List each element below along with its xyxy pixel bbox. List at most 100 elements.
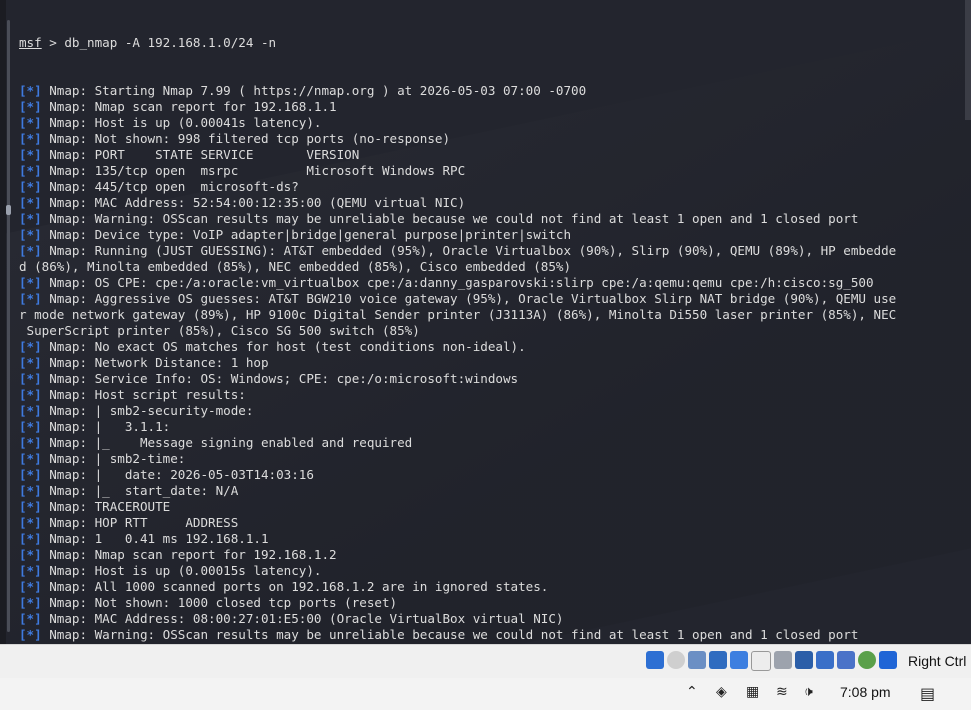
output-text: SuperScript printer (85%), Cisco SG 500 … bbox=[19, 323, 420, 338]
output-text: Nmap: No exact OS matches for host (test… bbox=[41, 339, 526, 354]
output-line: SuperScript printer (85%), Cisco SG 500 … bbox=[19, 323, 957, 339]
output-text: Nmap: Host script results: bbox=[41, 387, 246, 402]
output-line: [*] Nmap: Not shown: 1000 closed tcp por… bbox=[19, 595, 957, 611]
info-marker: [*] bbox=[19, 291, 42, 306]
info-marker: [*] bbox=[19, 627, 42, 642]
info-marker: [*] bbox=[19, 563, 42, 578]
battery-icon[interactable]: ▦ bbox=[746, 684, 759, 700]
output-line: [*] Nmap: All 1000 scanned ports on 192.… bbox=[19, 579, 957, 595]
keyboard-capture-icon[interactable] bbox=[879, 651, 897, 669]
output-text: Nmap: Starting Nmap 7.99 ( https://nmap.… bbox=[41, 83, 587, 98]
output-text: Nmap: TRACEROUTE bbox=[41, 499, 171, 514]
output-line: [*] Nmap: Running (JUST GUESSING): AT&T … bbox=[19, 243, 957, 259]
output-line: [*] Nmap: |_ start_date: N/A bbox=[19, 483, 957, 499]
output-line: [*] Nmap: No exact OS matches for host (… bbox=[19, 339, 957, 355]
output-line: [*] Nmap: MAC Address: 52:54:00:12:35:00… bbox=[19, 195, 957, 211]
output-line: r mode network gateway (89%), HP 9100c D… bbox=[19, 307, 957, 323]
output-text: r mode network gateway (89%), HP 9100c D… bbox=[19, 307, 897, 322]
info-marker: [*] bbox=[19, 371, 42, 386]
prompt-symbol: > bbox=[41, 35, 65, 50]
screen-icon[interactable] bbox=[795, 651, 813, 669]
terminal-scrollbar[interactable] bbox=[7, 20, 10, 632]
info-marker: [*] bbox=[19, 419, 42, 434]
info-marker: [*] bbox=[19, 595, 42, 610]
recording-icon[interactable] bbox=[816, 651, 834, 669]
window-left-border bbox=[0, 0, 6, 644]
info-marker: [*] bbox=[19, 451, 42, 466]
network-icon[interactable] bbox=[688, 651, 706, 669]
prompt-line: msf > db_nmap -A 192.168.1.0/24 -n bbox=[19, 35, 957, 51]
info-marker: [*] bbox=[19, 611, 42, 626]
output-text: Nmap: OS CPE: cpe:/a:oracle:vm_virtualbo… bbox=[41, 275, 874, 290]
cpu-icon[interactable] bbox=[837, 651, 855, 669]
output-line: [*] Nmap: Nmap scan report for 192.168.1… bbox=[19, 99, 957, 115]
scrollbar-thumb[interactable] bbox=[6, 205, 11, 215]
output-line: [*] Nmap: Not shown: 998 filtered tcp po… bbox=[19, 131, 957, 147]
output-line: [*] Nmap: HOP RTT ADDRESS bbox=[19, 515, 957, 531]
output-line: [*] Nmap: Nmap scan report for 192.168.1… bbox=[19, 547, 957, 563]
display-icon[interactable] bbox=[774, 651, 792, 669]
output-text: Nmap: Service Info: OS: Windows; CPE: cp… bbox=[41, 371, 519, 386]
info-marker: [*] bbox=[19, 387, 42, 402]
output-text: Nmap: Host is up (0.00041s latency). bbox=[41, 115, 322, 130]
usb-icon[interactable] bbox=[730, 651, 748, 669]
output-text: Nmap: 1 0.41 ms 192.168.1.1 bbox=[41, 531, 269, 546]
terminal-output[interactable]: msf > db_nmap -A 192.168.1.0/24 -n [*] N… bbox=[19, 3, 957, 644]
output-line: [*] Nmap: Aggressive OS guesses: AT&T BG… bbox=[19, 291, 957, 307]
output-line: [*] Nmap: Network Distance: 1 hop bbox=[19, 355, 957, 371]
vm-screen[interactable]: msf > db_nmap -A 192.168.1.0/24 -n [*] N… bbox=[0, 0, 971, 644]
output-text: Nmap: Warning: OSScan results may be unr… bbox=[41, 211, 859, 226]
output-text: Nmap: | date: 2026-05-03T14:03:16 bbox=[41, 467, 314, 482]
output-text: Nmap: Nmap scan report for 192.168.1.1 bbox=[41, 99, 337, 114]
output-line: [*] Nmap: Service Info: OS: Windows; CPE… bbox=[19, 371, 957, 387]
prompt-name: msf bbox=[19, 35, 42, 50]
info-marker: [*] bbox=[19, 499, 42, 514]
output-line: [*] Nmap: Device type: VoIP adapter|brid… bbox=[19, 227, 957, 243]
volume-icon[interactable]: 🕩 bbox=[804, 684, 813, 700]
output-text: Nmap: Warning: OSScan results may be unr… bbox=[41, 627, 859, 642]
info-marker: [*] bbox=[19, 99, 42, 114]
output-text: Nmap: All 1000 scanned ports on 192.168.… bbox=[41, 579, 549, 594]
info-marker: [*] bbox=[19, 515, 42, 530]
info-marker: [*] bbox=[19, 355, 42, 370]
chevron-up-icon[interactable]: ⌃ bbox=[686, 684, 698, 700]
output-text: Nmap: 445/tcp open microsoft-ds? bbox=[41, 179, 299, 194]
output-text: Nmap: | smb2-security-mode: bbox=[41, 403, 254, 418]
shared-folder-icon[interactable] bbox=[709, 651, 727, 669]
guest-additions-icon[interactable] bbox=[858, 651, 876, 669]
wifi-icon[interactable]: ≋ bbox=[776, 684, 788, 700]
info-marker: [*] bbox=[19, 195, 42, 210]
output-text: Nmap: Not shown: 998 filtered tcp ports … bbox=[41, 131, 451, 146]
output-line: [*] Nmap: PORT STATE SERVICE VERSION bbox=[19, 147, 957, 163]
audio-icon[interactable] bbox=[751, 651, 771, 671]
output-line: [*] Nmap: | smb2-time: bbox=[19, 451, 957, 467]
output-line: [*] Nmap: Host is up (0.00015s latency). bbox=[19, 563, 957, 579]
info-marker: [*] bbox=[19, 435, 42, 450]
info-marker: [*] bbox=[19, 339, 42, 354]
info-marker: [*] bbox=[19, 211, 42, 226]
output-text: Nmap: Network Distance: 1 hop bbox=[41, 355, 269, 370]
output-text: Nmap: Nmap scan report for 192.168.1.2 bbox=[41, 547, 337, 562]
info-marker: [*] bbox=[19, 547, 42, 562]
info-marker: [*] bbox=[19, 243, 42, 258]
info-marker: [*] bbox=[19, 115, 42, 130]
info-marker: [*] bbox=[19, 579, 42, 594]
output-line: [*] Nmap: Warning: OSScan results may be… bbox=[19, 211, 957, 227]
host-key-label: Right Ctrl bbox=[908, 653, 967, 669]
output-text: Nmap: MAC Address: 08:00:27:01:E5:00 (Or… bbox=[41, 611, 564, 626]
output-text: Nmap: 135/tcp open msrpc Microsoft Windo… bbox=[41, 163, 466, 178]
clock[interactable]: 7:08 pm bbox=[840, 684, 891, 700]
camera-icon[interactable]: ◈ bbox=[716, 684, 727, 700]
output-text: Nmap: MAC Address: 52:54:00:12:35:00 (QE… bbox=[41, 195, 466, 210]
disc-icon[interactable] bbox=[667, 651, 685, 669]
output-text: Nmap: Host is up (0.00015s latency). bbox=[41, 563, 322, 578]
output-line: [*] Nmap: 445/tcp open microsoft-ds? bbox=[19, 179, 957, 195]
output-text: Nmap: |_ start_date: N/A bbox=[41, 483, 239, 498]
output-line: [*] Nmap: | smb2-security-mode: bbox=[19, 403, 957, 419]
optical-drive-icon[interactable] bbox=[646, 651, 664, 669]
info-marker: [*] bbox=[19, 163, 42, 178]
info-marker: [*] bbox=[19, 275, 42, 290]
output-line: [*] Nmap: TRACEROUTE bbox=[19, 499, 957, 515]
notification-icon[interactable]: ▤ bbox=[920, 684, 935, 703]
output-text: Nmap: HOP RTT ADDRESS bbox=[41, 515, 239, 530]
